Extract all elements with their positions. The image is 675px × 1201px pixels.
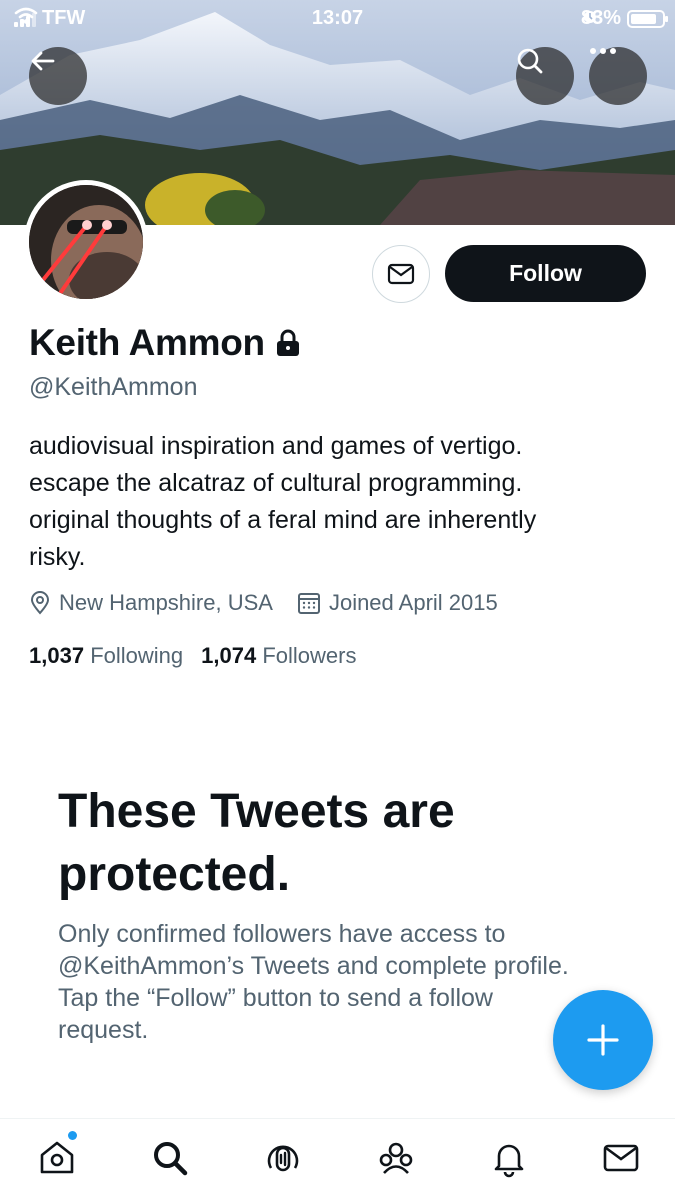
message-button[interactable] [372, 245, 430, 303]
protected-title: These Tweets are protected. [58, 785, 455, 901]
notifications-icon [494, 1144, 524, 1178]
more-button[interactable] [589, 47, 647, 105]
following-link[interactable]: 1,037 Following [29, 643, 183, 669]
spaces-icon [267, 1145, 299, 1172]
avatar[interactable] [24, 180, 148, 304]
bio-line: audiovisual inspiration and games of ver… [29, 432, 523, 460]
location-pin-icon [30, 591, 50, 615]
compose-tweet-button[interactable] [553, 990, 653, 1090]
clock: 13:07 [311, 7, 364, 29]
followers-count: 1,074 [201, 643, 257, 668]
tab-messages[interactable] [596, 1133, 646, 1183]
plus-icon [587, 1024, 619, 1056]
status-bar: TFW 13:07 83% [0, 0, 675, 38]
profile-bio: audiovisual inspiration and games of ver… [29, 428, 649, 576]
avatar-image [29, 185, 143, 299]
calendar-icon [297, 593, 320, 614]
protected-body: Only confirmed followers have access to … [58, 920, 569, 1044]
bio-line: escape the alcatraz of cultural programm… [29, 469, 523, 497]
bio-line: risky. [29, 543, 86, 571]
lock-icon [276, 329, 299, 356]
tab-communities[interactable] [371, 1133, 421, 1183]
status-right: 83% [581, 7, 668, 30]
alarm-icon [583, 11, 596, 23]
location: New Hampshire, USA [29, 590, 273, 616]
join-date: Joined April 2015 [297, 590, 498, 616]
messages-icon [603, 1144, 639, 1172]
notification-dot [68, 1131, 77, 1140]
communities-icon [379, 1142, 413, 1174]
follow-counts: 1,037 Following 1,074 Followers [29, 643, 356, 669]
join-date-text: Joined April 2015 [328, 590, 498, 615]
followers-label: Followers [262, 643, 357, 668]
profile-meta: New Hampshire, USA Joined April 2015 [29, 590, 522, 616]
envelope-icon [387, 263, 415, 285]
followers-link[interactable]: 1,074 Followers [201, 643, 356, 669]
arrow-left-icon [31, 51, 55, 71]
search-icon [154, 1142, 188, 1176]
battery-fill [631, 13, 656, 24]
search-button[interactable] [516, 47, 574, 105]
profile-name-row: Keith Ammon [29, 322, 301, 364]
follow-button[interactable]: Follow [445, 245, 646, 302]
bottom-tab-bar [0, 1118, 675, 1201]
home-icon [40, 1141, 74, 1174]
profile-name: Keith Ammon [29, 322, 265, 363]
battery-icon [627, 9, 668, 28]
bio-line: original thoughts of a feral mind are in… [29, 506, 537, 534]
back-button[interactable] [29, 47, 87, 105]
search-icon [517, 48, 543, 74]
tab-notifications[interactable] [484, 1133, 534, 1183]
tab-spaces[interactable] [258, 1133, 308, 1183]
following-count: 1,037 [29, 643, 85, 668]
tab-home[interactable] [32, 1131, 82, 1183]
tab-search[interactable] [145, 1133, 195, 1183]
following-label: Following [90, 643, 184, 668]
profile-handle: @KeithAmmon [29, 373, 198, 401]
location-text: New Hampshire, USA [59, 590, 273, 615]
more-horizontal-icon [590, 48, 616, 54]
